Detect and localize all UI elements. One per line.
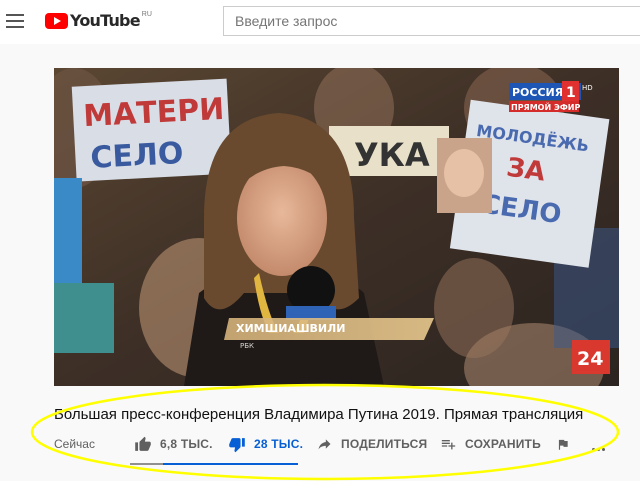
save-button[interactable]: СОХРАНИТЬ: [440, 432, 541, 456]
youtube-logo[interactable]: YouTube RU: [45, 11, 152, 33]
like-count: 6,8 ТЫС.: [160, 437, 213, 451]
search-input[interactable]: [224, 7, 640, 35]
lower-third-name: ХИМШИАШВИЛИ: [236, 322, 345, 335]
thumbs-down-icon: [229, 437, 245, 452]
flag-icon: [558, 439, 568, 450]
search-box[interactable]: [223, 6, 640, 36]
thumbs-up-icon: [135, 436, 151, 451]
svg-text:МАТЕРИ: МАТЕРИ: [82, 92, 225, 134]
channel-badge: РОССИЯ 1 HD ПРЯМОЙ ЭФИР: [509, 81, 593, 112]
logo-text: YouTube: [70, 11, 141, 30]
svg-text:ПРЯМОЙ ЭФИР: ПРЯМОЙ ЭФИР: [511, 101, 580, 112]
logo-region: RU: [141, 11, 152, 18]
like-button[interactable]: 6,8 ТЫС.: [134, 432, 213, 456]
publish-date: Сейчас: [54, 437, 95, 451]
more-icon[interactable]: [592, 438, 612, 452]
menu-icon[interactable]: [6, 14, 24, 28]
dislike-button[interactable]: 28 ТЫС.: [228, 432, 303, 456]
masthead: YouTube RU: [0, 0, 640, 44]
dislike-ratio-bar: [163, 463, 298, 465]
left-sign: МАТЕРИ СЕЛО: [71, 78, 232, 182]
svg-text:РОССИЯ: РОССИЯ: [512, 86, 563, 99]
svg-text:24: 24: [577, 348, 603, 370]
svg-text:HD: HD: [582, 84, 593, 92]
svg-text:ЗА: ЗА: [505, 153, 547, 188]
lower-third-sub: РБК: [240, 342, 254, 350]
like-ratio-bar: [130, 463, 163, 465]
svg-text:УКА: УКА: [354, 136, 430, 174]
share-label: ПОДЕЛИТЬСЯ: [341, 437, 428, 451]
add-to-playlist-icon: [441, 440, 456, 450]
svg-text:СЕЛО: СЕЛО: [90, 136, 185, 176]
video-title: Большая пресс-конференция Владимира Пути…: [54, 406, 584, 423]
svg-text:1: 1: [566, 85, 576, 101]
save-label: СОХРАНИТЬ: [465, 437, 541, 451]
share-icon: [318, 439, 331, 450]
youtube-play-icon: [45, 13, 68, 29]
share-button[interactable]: ПОДЕЛИТЬСЯ: [316, 432, 427, 456]
dislike-count: 28 ТЫС.: [254, 437, 304, 451]
report-button[interactable]: [556, 437, 570, 457]
video-player[interactable]: МАТЕРИ СЕЛО УКА МОЛОДЁЖЬ ЗА СЕЛО ХИМШИАШ…: [54, 68, 619, 386]
